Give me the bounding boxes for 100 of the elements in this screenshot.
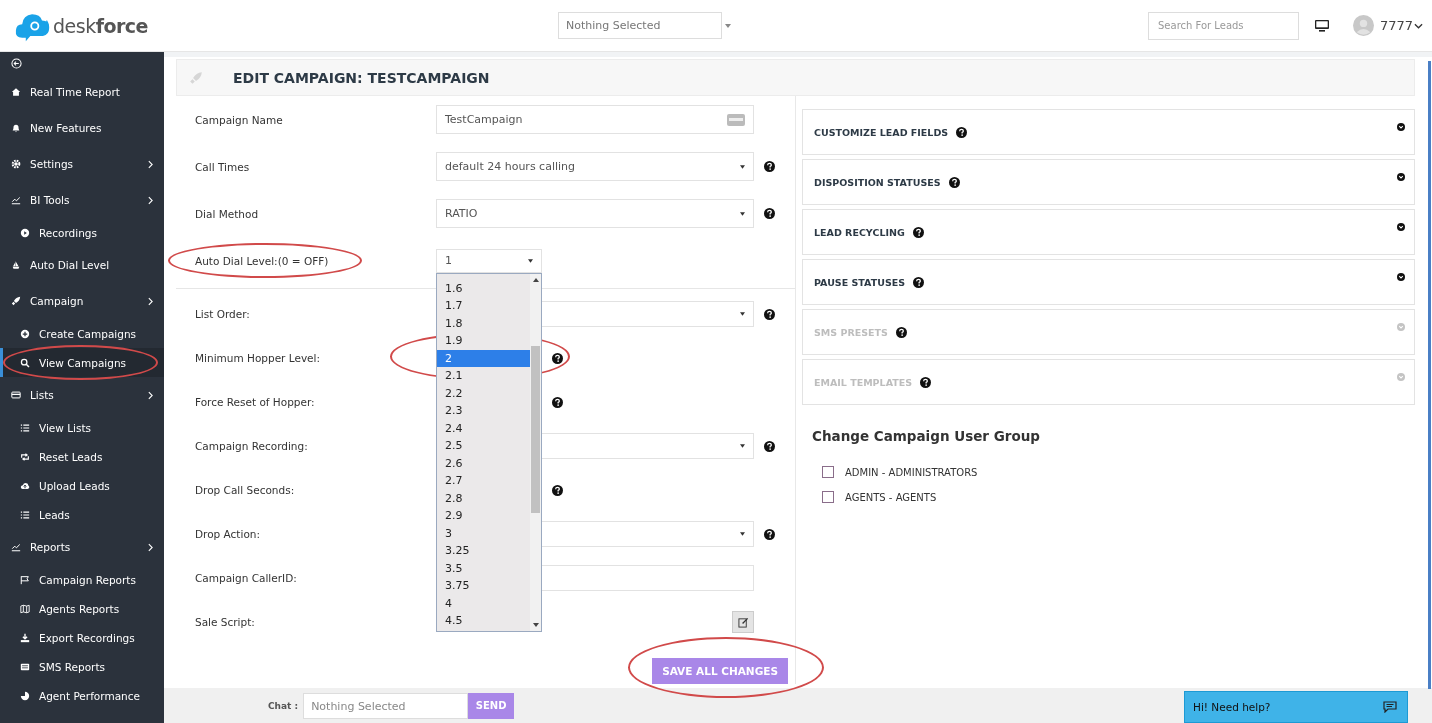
dropdown-option[interactable]: 2.7 bbox=[437, 472, 530, 490]
dropdown-option[interactable]: 4 bbox=[437, 594, 530, 612]
text-field[interactable]: TestCampaign bbox=[436, 105, 754, 134]
dropdown-option[interactable]: 2 bbox=[437, 349, 530, 367]
scroll-bar[interactable] bbox=[1428, 61, 1431, 689]
help-icon[interactable] bbox=[764, 161, 775, 172]
sidebar-subitem[interactable]: Campaign Reports bbox=[0, 565, 164, 594]
dropdown-option[interactable]: 2.4 bbox=[437, 419, 530, 437]
select-field[interactable]: RATIO bbox=[436, 199, 754, 228]
scroll-bar[interactable] bbox=[530, 273, 541, 631]
dropdown-option[interactable]: 2.3 bbox=[437, 402, 530, 420]
sidebar-item[interactable]: Auto Dial Level bbox=[0, 247, 164, 283]
dropdown-option[interactable]: 2.8 bbox=[437, 489, 530, 507]
field-label: List Order: bbox=[194, 308, 251, 320]
sidebar-subitem[interactable]: Reset Leads bbox=[0, 442, 164, 471]
filter-select[interactable]: Nothing Selected bbox=[558, 12, 722, 39]
sidebar-item[interactable]: Reports bbox=[0, 529, 164, 565]
search-field[interactable]: Search For Leads bbox=[1148, 11, 1299, 40]
help-icon[interactable] bbox=[764, 528, 775, 540]
user-name[interactable]: 7777 bbox=[1380, 18, 1414, 33]
accordion-panel[interactable]: LEAD RECYCLING bbox=[802, 209, 1415, 255]
back-icon[interactable] bbox=[11, 57, 22, 69]
chevron-right-icon[interactable] bbox=[148, 159, 153, 169]
caret-icon[interactable] bbox=[725, 23, 731, 28]
card-icon bbox=[11, 390, 21, 400]
help-icon[interactable] bbox=[764, 208, 775, 219]
chevron-circle-icon[interactable] bbox=[1397, 273, 1405, 281]
select-field[interactable]: 1 bbox=[436, 248, 542, 273]
help-icon[interactable] bbox=[764, 308, 775, 320]
sidebar-item[interactable]: Real Time Report bbox=[0, 74, 164, 110]
dropdown-option[interactable]: 2.2 bbox=[437, 384, 530, 402]
sidebar-subitem[interactable]: SMS Reports bbox=[0, 652, 164, 681]
sidebar-subitem[interactable]: Recordings bbox=[0, 218, 164, 247]
help-icon[interactable] bbox=[764, 440, 775, 452]
map-icon bbox=[20, 603, 30, 614]
scroll-down-icon[interactable] bbox=[532, 622, 539, 627]
sidebar-subitem[interactable]: Agents Reports bbox=[0, 594, 164, 623]
scroll-up-icon[interactable] bbox=[532, 277, 539, 282]
chat-select[interactable]: Nothing Selected bbox=[303, 692, 469, 719]
search-icon bbox=[20, 357, 30, 368]
field-label: Force Reset of Hopper: bbox=[194, 396, 316, 408]
field-label: Campaign Name bbox=[194, 113, 284, 126]
dropdown-option[interactable]: 1.7 bbox=[437, 297, 530, 315]
checkbox[interactable] bbox=[822, 491, 834, 503]
help-icon[interactable] bbox=[913, 276, 925, 288]
dropdown-option[interactable]: 3 bbox=[437, 524, 530, 542]
dropdown-option[interactable]: 2.5 bbox=[437, 437, 530, 455]
sidebar-subitem[interactable]: View Lists bbox=[0, 413, 164, 442]
help-icon[interactable] bbox=[912, 226, 924, 238]
gear-icon bbox=[11, 159, 21, 169]
sidebar-subitem[interactable]: Upload Leads bbox=[0, 471, 164, 500]
help-icon[interactable] bbox=[552, 352, 563, 364]
checkbox-label[interactable]: AGENTS - AGENTS bbox=[845, 491, 937, 503]
accordion-panel[interactable]: PAUSE STATUSES bbox=[802, 259, 1415, 305]
dropdown-option[interactable]: 2.6 bbox=[437, 454, 530, 472]
help-icon[interactable] bbox=[552, 396, 563, 408]
chevron-right-icon[interactable] bbox=[148, 542, 153, 552]
chevron-circle-icon[interactable] bbox=[1397, 123, 1405, 131]
dropdown-option[interactable]: 3.25 bbox=[437, 542, 530, 560]
chevron-down-icon[interactable] bbox=[1414, 22, 1424, 29]
sidebar-item[interactable]: Settings bbox=[0, 146, 164, 182]
chat-icon[interactable] bbox=[1383, 701, 1397, 713]
chat-widget[interactable]: Hi! Need help? bbox=[1184, 691, 1408, 723]
contact-card-icon bbox=[727, 113, 745, 126]
chevron-right-icon[interactable] bbox=[148, 296, 153, 306]
chevron-circle-icon[interactable] bbox=[1397, 223, 1405, 231]
dropdown-option[interactable]: 2.9 bbox=[437, 507, 530, 525]
dropdown-option[interactable]: 1.6 bbox=[437, 279, 530, 297]
accordion-panel[interactable]: DISPOSITION STATUSES bbox=[802, 159, 1415, 205]
sidebar-item[interactable]: BI Tools bbox=[0, 182, 164, 218]
chevron-right-icon[interactable] bbox=[148, 195, 153, 205]
monitor-icon[interactable] bbox=[1315, 19, 1329, 32]
dropdown-option[interactable]: 1.9 bbox=[437, 332, 530, 350]
select-field[interactable]: default 24 hours calling bbox=[436, 152, 754, 181]
help-icon[interactable] bbox=[552, 484, 563, 496]
checkbox-label[interactable]: ADMIN - ADMINISTRATORS bbox=[845, 466, 978, 478]
help-icon[interactable] bbox=[948, 176, 960, 188]
dropdown-option[interactable]: 2.1 bbox=[437, 367, 530, 385]
dropdown-option[interactable]: 1.8 bbox=[437, 314, 530, 332]
dropdown-option[interactable]: 3.75 bbox=[437, 577, 530, 595]
dropdown-option[interactable]: 3.5 bbox=[437, 559, 530, 577]
sidebar-item[interactable]: Lists bbox=[0, 377, 164, 413]
field-label: Drop Action: bbox=[194, 528, 262, 540]
sidebar-subitem[interactable]: Create Campaigns bbox=[0, 319, 164, 348]
sidebar-item[interactable]: New Features bbox=[0, 110, 164, 146]
help-icon[interactable] bbox=[956, 126, 968, 138]
sidebar-subitem[interactable]: Export Recordings bbox=[0, 623, 164, 652]
dropdown-option[interactable]: 4.5 bbox=[437, 612, 530, 630]
accordion-panel[interactable]: CUSTOMIZE LEAD FIELDS bbox=[802, 109, 1415, 155]
edit-button[interactable] bbox=[732, 611, 754, 633]
sidebar-item[interactable]: Campaign bbox=[0, 283, 164, 319]
sidebar-subitem[interactable]: Leads bbox=[0, 500, 164, 529]
sidebar-subitem[interactable]: Agent Performance bbox=[0, 681, 164, 710]
page-title: EDIT CAMPAIGN: TESTCAMPAIGN bbox=[233, 69, 490, 86]
chevron-right-icon[interactable] bbox=[148, 390, 153, 400]
chevron-circle-icon[interactable] bbox=[1397, 173, 1405, 181]
list-icon bbox=[20, 509, 30, 520]
checkbox[interactable] bbox=[822, 466, 834, 478]
sidebar-subitem[interactable]: View Campaigns bbox=[0, 348, 164, 377]
edit-icon[interactable] bbox=[737, 616, 749, 628]
